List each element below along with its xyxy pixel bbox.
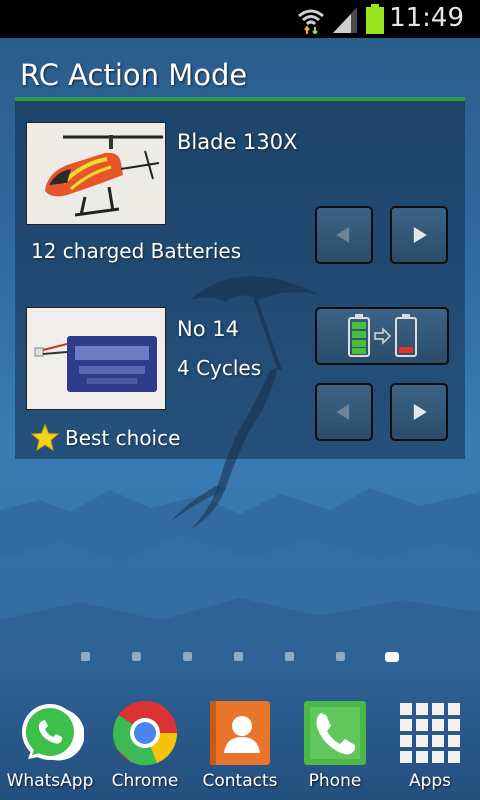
dock-label: WhatsApp: [6, 771, 94, 791]
helicopter-image: [27, 123, 165, 224]
model-prev-button[interactable]: [315, 206, 373, 264]
widget-title: RC Action Mode: [20, 58, 248, 92]
page-indicator-dot[interactable]: [285, 652, 294, 661]
page-indicator-dot[interactable]: [183, 652, 192, 661]
phone-icon: [304, 701, 366, 765]
wifi-icon: [298, 9, 324, 34]
battery-swap-icon: [348, 314, 417, 357]
charged-batteries-count: 12 charged Batteries: [31, 239, 242, 263]
helicopter-photo[interactable]: [26, 122, 166, 225]
battery-icon: [366, 4, 384, 34]
dock-label: Chrome: [111, 771, 179, 791]
chrome-icon: [113, 701, 178, 766]
page-indicator-dot[interactable]: [81, 652, 90, 661]
dock-chrome[interactable]: Chrome: [97, 695, 193, 800]
chevron-right-icon: [413, 227, 427, 243]
dock-label: Apps: [408, 771, 452, 791]
chevron-right-icon: [413, 404, 427, 420]
model-next-button[interactable]: [390, 206, 448, 264]
battery-cycles: 4 Cycles: [177, 356, 262, 380]
battery-next-button[interactable]: [390, 383, 448, 441]
best-choice-label: Best choice: [65, 426, 181, 450]
signal-icon: [333, 7, 357, 33]
dock-label: Contacts: [202, 771, 278, 791]
star-icon: [31, 424, 59, 451]
status-time: 11:49: [389, 3, 464, 33]
chevron-left-icon: [336, 227, 350, 243]
whatsapp-icon: [22, 704, 84, 761]
dock-apps[interactable]: Apps: [382, 695, 478, 800]
dock-label: Phone: [308, 771, 362, 791]
battery-number: No 14: [177, 317, 239, 341]
battery-swap-button[interactable]: [315, 307, 449, 365]
apps-grid-icon: [400, 703, 460, 763]
status-bar: 11:49: [0, 0, 480, 38]
chevron-left-icon: [336, 404, 350, 420]
contacts-icon: [210, 701, 270, 765]
battery-prev-button[interactable]: [315, 383, 373, 441]
model-name: Blade 130X: [177, 130, 298, 154]
dock-whatsapp[interactable]: WhatsApp: [2, 695, 98, 800]
dock-phone[interactable]: Phone: [287, 695, 383, 800]
page-indicator-dot-active[interactable]: [385, 652, 399, 662]
page-indicator-dot[interactable]: [234, 652, 243, 661]
battery-image: [27, 308, 165, 409]
lipo-battery-photo[interactable]: [26, 307, 166, 410]
page-indicator-dot[interactable]: [132, 652, 141, 661]
dock-contacts[interactable]: Contacts: [192, 695, 288, 800]
page-indicator-dot[interactable]: [336, 652, 345, 661]
